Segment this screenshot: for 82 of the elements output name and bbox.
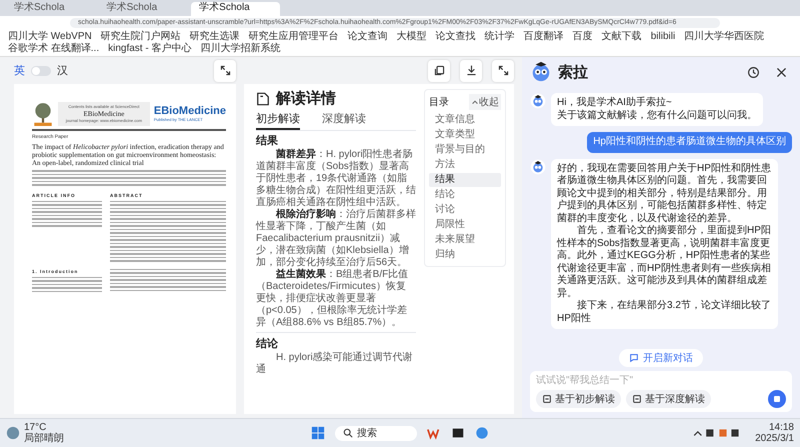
- download-button[interactable]: [460, 60, 482, 82]
- expand-icon: [218, 64, 232, 77]
- message-bubble: 好的，我现在需要回答用户关于HP阳性和阴性患者肠道微生物具体区别的问题。首先，我需要回顾论文中提到的相关部分，特别是结果部分。用户提到的具体区别，可能包括菌群多样性、特定菌群的丰度变化，以及代谢途径的差异。 首先，查看论文的摘要部分，里面提到HP阳性样本的Sobs指数显著更高，说明菌群丰富度更高。此外，通过KEGG分析，HP阳性患者的某些代谢途径更丰富，而HP阴性患者则有一些疾病相关通路更活跃。这可能涉及到具体的菌群组成差异。 接下来，在结果部分3.2节，论文详细比较了HP阳性: [551, 158, 778, 329]
- taskbar-search[interactable]: 搜索: [335, 426, 417, 440]
- copy-button[interactable]: [428, 60, 450, 82]
- document-icon: [542, 394, 552, 404]
- toc-item[interactable]: 文章信息: [429, 113, 501, 127]
- section-heading: 结果: [256, 134, 279, 148]
- text-lines-drawing: [32, 200, 102, 226]
- browser-tab[interactable]: 学术Schola: [6, 2, 95, 16]
- toc-item[interactable]: 未来展望: [429, 233, 501, 247]
- message-bubble: Hp阳性和阴性的患者肠道微生物的具体区别: [587, 132, 792, 152]
- robot-avatar-icon: [530, 61, 552, 83]
- summary-paragraph: 益生菌效果：B组患者B/F比值（Bacteroidetes/Firmicutes）恢复更快，排便症状改善更显著（p<0.05），但根除率无统计学差异（A组88.6% vs B组85.7%）。: [256, 269, 410, 329]
- chat-icon: [629, 353, 639, 363]
- summary-paragraph: 菌群差异：H. pylori阳性患者肠道菌群丰富度（Sobs指数）显著高于阴性患者，19条代谢通路（如脂多糖生物合成）在阳性组更活跃，结直肠癌相关通路在阴性组中活跃。: [256, 149, 416, 208]
- context-chip[interactable]: 基于初步解读: [536, 390, 621, 408]
- bookmark-link[interactable]: 统计学: [484, 31, 515, 43]
- toc-item[interactable]: 讨论: [429, 203, 501, 217]
- reading-tab[interactable]: 深度解读: [322, 111, 366, 130]
- bookmark-link[interactable]: 论文查询: [348, 31, 388, 43]
- stop-button[interactable]: [768, 390, 786, 408]
- copy-icon: [432, 64, 446, 77]
- document-icon: [632, 394, 642, 404]
- clock-icon: [746, 66, 760, 78]
- start-icon[interactable]: [311, 426, 325, 440]
- temperature-text: 17°C: [24, 422, 46, 433]
- summary-paragraph: H. pylori感染可能通过调节代谢通: [256, 352, 414, 376]
- close-icon: [774, 66, 788, 78]
- download-icon: [464, 64, 478, 77]
- caret-icon: [471, 98, 479, 106]
- bookmark-link[interactable]: 研究生院门户网站: [100, 31, 181, 43]
- bookmark-link[interactable]: 谷歌学术 在线翻译...: [8, 43, 100, 55]
- browser-tab[interactable]: 学术Schola: [191, 2, 280, 16]
- bookmark-link[interactable]: 百度: [572, 31, 593, 43]
- clock-date: 2025/3/1: [755, 433, 794, 444]
- publisher-logo-icon: [32, 102, 54, 126]
- section-heading: 结论: [256, 336, 279, 351]
- bookmark-link[interactable]: 研究生选课: [190, 31, 240, 43]
- bookmark-link[interactable]: 文献下载: [602, 31, 642, 43]
- context-chip[interactable]: 基于深度解读: [626, 390, 711, 408]
- clock-time: 14:18: [768, 422, 794, 433]
- toc-item[interactable]: 归纳: [429, 248, 501, 262]
- panel-title: 解读详情: [276, 89, 336, 108]
- bookmark-link[interactable]: 四川大学 WebVPN: [8, 31, 92, 43]
- toc-item[interactable]: 背景与目的: [429, 143, 501, 157]
- bookmark-link[interactable]: 论文查找: [436, 31, 476, 43]
- bookmark-link[interactable]: 大模型: [396, 31, 427, 43]
- toc-title: 目录: [429, 96, 449, 109]
- toc-item[interactable]: 局限性: [429, 218, 501, 232]
- bookmark-link[interactable]: 研究生应用管理平台: [248, 31, 339, 43]
- bookmark-link[interactable]: 四川大学招新系统: [200, 43, 280, 55]
- collapse-button[interactable]: 收起: [469, 94, 501, 110]
- robot-avatar-icon: [530, 158, 546, 174]
- expand-icon: [496, 64, 510, 77]
- toc-item[interactable]: 方法: [429, 158, 501, 172]
- weather-text: 局部晴朗: [24, 433, 64, 444]
- expand-button[interactable]: [214, 60, 236, 82]
- browser-tab[interactable]: 学术Schola: [98, 2, 188, 16]
- journal-logo: EBioMedicine: [154, 105, 226, 117]
- language-label: 英: [14, 64, 25, 78]
- toc-item[interactable]: 文章类型: [429, 128, 501, 142]
- text-lines-drawing: [32, 276, 102, 292]
- message-bubble: Hi，我是学术AI助手索拉~ 关于该篇文献解读，您有什么问题可以问我。: [551, 93, 763, 126]
- language-toggle[interactable]: [31, 66, 51, 76]
- search-icon: [343, 428, 353, 438]
- new-chat-button[interactable]: 开启新对话: [619, 349, 703, 367]
- language-label: 汉: [57, 64, 68, 78]
- bookmark-link[interactable]: 百度翻译: [524, 31, 564, 43]
- message-input[interactable]: 试试说"帮我总结一下" 基于初步解读 基于深度解读: [530, 371, 792, 412]
- reading-tab[interactable]: 初步解读: [256, 111, 300, 130]
- robot-avatar-icon: [530, 93, 546, 109]
- app-icon[interactable]: [451, 426, 465, 440]
- summary-paragraph: 根除治疗影响：治疗后菌群多样性显著下降，丁酸产生菌（如Faecalibacterium prausnitzii）减少，潜在致病菌（如Klebsiella）增加，部分变化持续至治疗后56天。: [256, 209, 416, 268]
- assistant-name: 索拉: [558, 62, 588, 82]
- bookmark-link[interactable]: kingfast - 客户中心: [108, 43, 192, 55]
- bookmark-link[interactable]: bilibili: [650, 31, 676, 43]
- document-icon: [256, 92, 270, 106]
- toc-item[interactable]: 结论: [429, 188, 501, 202]
- toc-item[interactable]: 结果: [429, 173, 501, 187]
- expand-button[interactable]: [492, 60, 514, 82]
- bookmark-link[interactable]: 四川大学华西医院: [684, 31, 764, 43]
